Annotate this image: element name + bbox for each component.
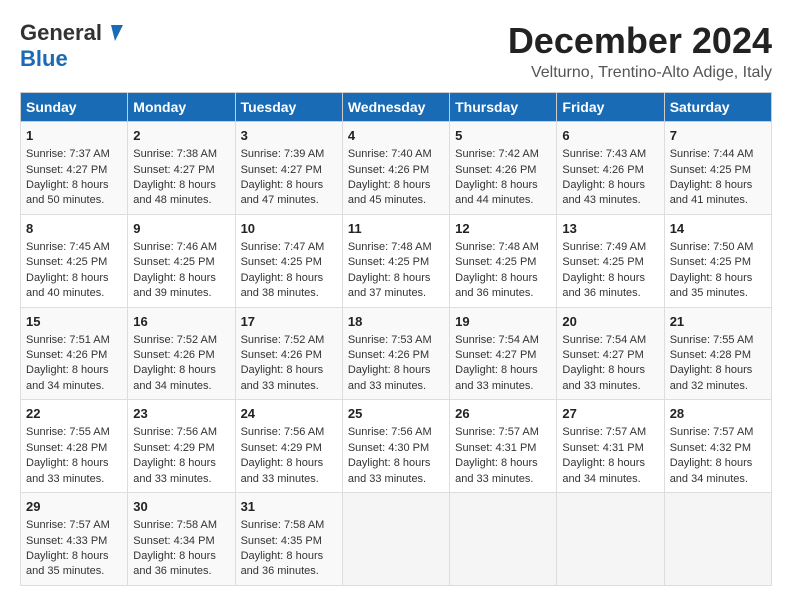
- table-row: [450, 493, 557, 586]
- table-row: 15Sunrise: 7:51 AMSunset: 4:26 PMDayligh…: [21, 307, 128, 400]
- table-row: 9Sunrise: 7:46 AMSunset: 4:25 PMDaylight…: [128, 214, 235, 307]
- table-row: 7Sunrise: 7:44 AMSunset: 4:25 PMDaylight…: [664, 122, 771, 215]
- col-saturday: Saturday: [664, 93, 771, 122]
- table-row: 2Sunrise: 7:38 AMSunset: 4:27 PMDaylight…: [128, 122, 235, 215]
- main-title: December 2024: [508, 20, 772, 62]
- table-row: 20Sunrise: 7:54 AMSunset: 4:27 PMDayligh…: [557, 307, 664, 400]
- week-row: 15Sunrise: 7:51 AMSunset: 4:26 PMDayligh…: [21, 307, 772, 400]
- col-friday: Friday: [557, 93, 664, 122]
- page-header: General Blue December 2024 Velturno, Tre…: [20, 20, 772, 82]
- table-row: 13Sunrise: 7:49 AMSunset: 4:25 PMDayligh…: [557, 214, 664, 307]
- col-wednesday: Wednesday: [342, 93, 449, 122]
- table-row: 28Sunrise: 7:57 AMSunset: 4:32 PMDayligh…: [664, 400, 771, 493]
- table-row: 31Sunrise: 7:58 AMSunset: 4:35 PMDayligh…: [235, 493, 342, 586]
- logo-general: General: [20, 20, 102, 46]
- week-row: 22Sunrise: 7:55 AMSunset: 4:28 PMDayligh…: [21, 400, 772, 493]
- table-row: 5Sunrise: 7:42 AMSunset: 4:26 PMDaylight…: [450, 122, 557, 215]
- title-block: December 2024 Velturno, Trentino-Alto Ad…: [508, 20, 772, 82]
- table-row: 19Sunrise: 7:54 AMSunset: 4:27 PMDayligh…: [450, 307, 557, 400]
- col-thursday: Thursday: [450, 93, 557, 122]
- header-row: Sunday Monday Tuesday Wednesday Thursday…: [21, 93, 772, 122]
- logo: General Blue: [20, 20, 125, 72]
- table-row: 10Sunrise: 7:47 AMSunset: 4:25 PMDayligh…: [235, 214, 342, 307]
- table-row: 22Sunrise: 7:55 AMSunset: 4:28 PMDayligh…: [21, 400, 128, 493]
- table-row: 23Sunrise: 7:56 AMSunset: 4:29 PMDayligh…: [128, 400, 235, 493]
- week-row: 1Sunrise: 7:37 AMSunset: 4:27 PMDaylight…: [21, 122, 772, 215]
- logo-blue: Blue: [20, 46, 68, 71]
- table-row: 26Sunrise: 7:57 AMSunset: 4:31 PMDayligh…: [450, 400, 557, 493]
- table-row: 8Sunrise: 7:45 AMSunset: 4:25 PMDaylight…: [21, 214, 128, 307]
- table-row: [664, 493, 771, 586]
- table-row: 16Sunrise: 7:52 AMSunset: 4:26 PMDayligh…: [128, 307, 235, 400]
- table-row: 27Sunrise: 7:57 AMSunset: 4:31 PMDayligh…: [557, 400, 664, 493]
- col-sunday: Sunday: [21, 93, 128, 122]
- table-row: 18Sunrise: 7:53 AMSunset: 4:26 PMDayligh…: [342, 307, 449, 400]
- table-row: 12Sunrise: 7:48 AMSunset: 4:25 PMDayligh…: [450, 214, 557, 307]
- table-row: [557, 493, 664, 586]
- table-row: 3Sunrise: 7:39 AMSunset: 4:27 PMDaylight…: [235, 122, 342, 215]
- table-row: 4Sunrise: 7:40 AMSunset: 4:26 PMDaylight…: [342, 122, 449, 215]
- table-row: 17Sunrise: 7:52 AMSunset: 4:26 PMDayligh…: [235, 307, 342, 400]
- calendar-table: Sunday Monday Tuesday Wednesday Thursday…: [20, 92, 772, 586]
- week-row: 8Sunrise: 7:45 AMSunset: 4:25 PMDaylight…: [21, 214, 772, 307]
- table-row: 1Sunrise: 7:37 AMSunset: 4:27 PMDaylight…: [21, 122, 128, 215]
- table-row: 21Sunrise: 7:55 AMSunset: 4:28 PMDayligh…: [664, 307, 771, 400]
- table-row: 29Sunrise: 7:57 AMSunset: 4:33 PMDayligh…: [21, 493, 128, 586]
- week-row: 29Sunrise: 7:57 AMSunset: 4:33 PMDayligh…: [21, 493, 772, 586]
- table-row: [342, 493, 449, 586]
- logo-icon: [103, 21, 125, 43]
- col-monday: Monday: [128, 93, 235, 122]
- table-row: 14Sunrise: 7:50 AMSunset: 4:25 PMDayligh…: [664, 214, 771, 307]
- table-row: 25Sunrise: 7:56 AMSunset: 4:30 PMDayligh…: [342, 400, 449, 493]
- table-row: 11Sunrise: 7:48 AMSunset: 4:25 PMDayligh…: [342, 214, 449, 307]
- table-row: 6Sunrise: 7:43 AMSunset: 4:26 PMDaylight…: [557, 122, 664, 215]
- col-tuesday: Tuesday: [235, 93, 342, 122]
- subtitle: Velturno, Trentino-Alto Adige, Italy: [508, 64, 772, 82]
- table-row: 30Sunrise: 7:58 AMSunset: 4:34 PMDayligh…: [128, 493, 235, 586]
- table-row: 24Sunrise: 7:56 AMSunset: 4:29 PMDayligh…: [235, 400, 342, 493]
